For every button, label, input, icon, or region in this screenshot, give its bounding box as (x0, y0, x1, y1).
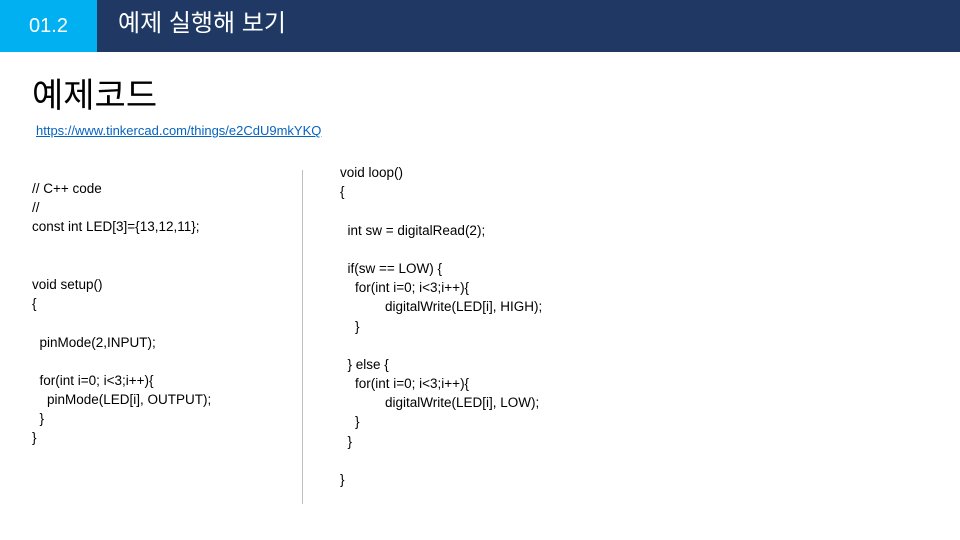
code-line: } (32, 411, 45, 427)
code-line: digitalWrite(LED[i], HIGH); (340, 299, 543, 315)
code-line: const int LED[3]={13,12,11}; (32, 219, 200, 235)
slide-title: 예제코드 (32, 77, 158, 115)
code-line: for(int i=0; i<3;i++){ (340, 376, 470, 392)
section-title: 예제 실행해 보기 (118, 10, 286, 37)
tinkercad-link[interactable]: https://www.tinkercad.com/things/e2CdU9m… (36, 123, 321, 138)
code-line: for(int i=0; i<3;i++){ (340, 280, 470, 296)
section-number: 01.2 (0, 0, 97, 52)
code-line: } (340, 414, 360, 430)
code-line: if(sw == LOW) { (340, 260, 443, 276)
code-line: pinMode(2,INPUT); (32, 334, 156, 350)
code-line: void loop() (340, 165, 404, 180)
header-bar: 01.2 예제 실행해 보기 (0, 0, 960, 52)
code-line: void setup() (32, 276, 103, 292)
code-line: } (340, 472, 345, 487)
code-line: } (32, 430, 37, 446)
code-line: // C++ code (32, 181, 102, 196)
code-line: digitalWrite(LED[i], LOW); (340, 395, 540, 411)
column-divider (302, 170, 303, 504)
code-block-right: void loop() { int sw = digitalRead(2); if… (340, 163, 542, 489)
code-line: pinMode(LED[i], OUTPUT); (32, 392, 212, 408)
code-line: } else { (340, 356, 389, 372)
code-block-left: // C++ code // const int LED[3]={13,12,11}… (32, 179, 211, 448)
code-line: } (340, 318, 360, 334)
code-line: // (32, 200, 40, 216)
code-line: for(int i=0; i<3;i++){ (32, 372, 154, 388)
code-line: int sw = digitalRead(2); (340, 222, 486, 238)
code-line: } (340, 433, 353, 449)
code-line: { (340, 184, 345, 200)
code-line: { (32, 296, 37, 312)
